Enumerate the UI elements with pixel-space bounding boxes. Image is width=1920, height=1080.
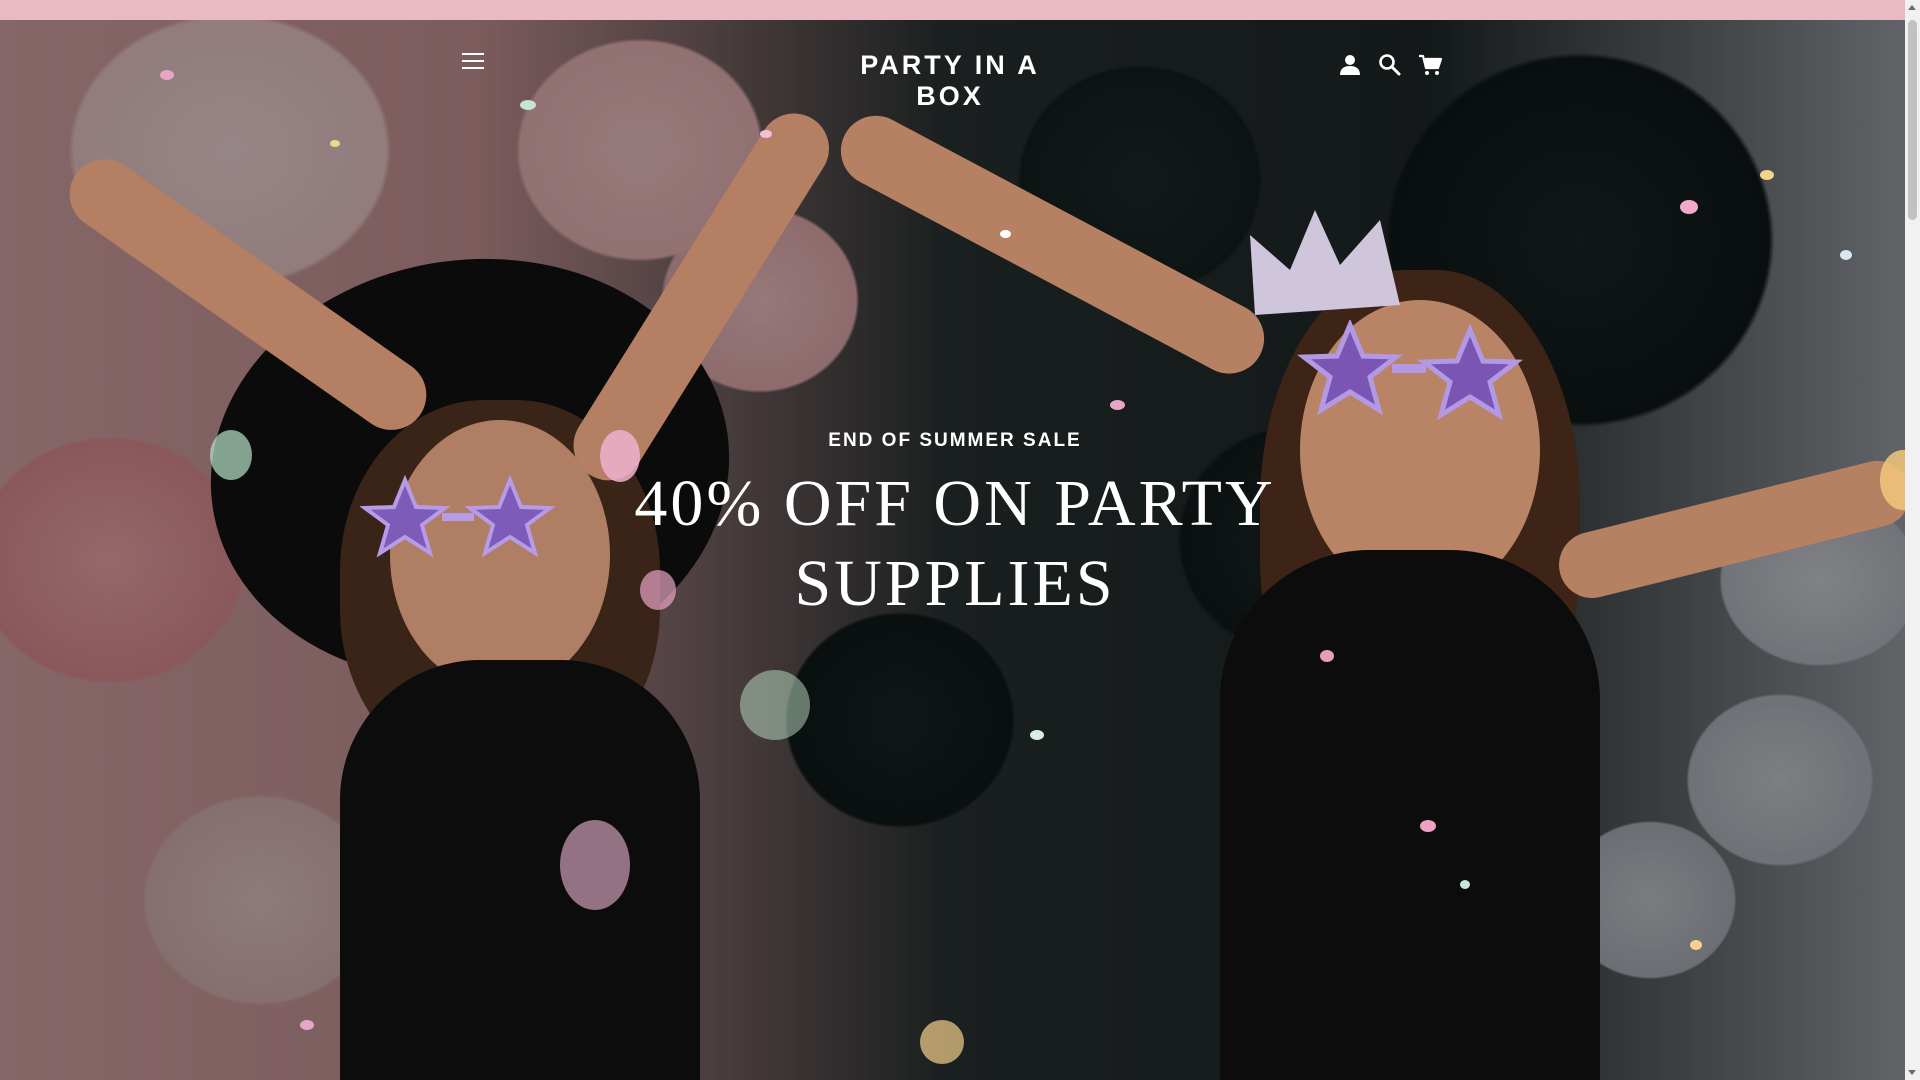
hero-headline-line: 40% OFF ON PARTY [634, 467, 1276, 540]
girl-left-body-shape [340, 660, 700, 1080]
girl-right-arm-shape [1552, 453, 1905, 606]
paper-crown-icon [1250, 210, 1400, 315]
girl-right-arm-shape [828, 103, 1277, 386]
hero-eyebrow: END OF SUMMER SALE [828, 430, 1082, 451]
search-icon[interactable] [1378, 53, 1402, 77]
hamburger-menu-icon [462, 53, 484, 55]
girl-right-body-shape [1220, 550, 1600, 1080]
star-glasses-icon [360, 475, 556, 558]
hero-text-block: END OF SUMMER SALE 40% OFF ON PARTY SUPP… [580, 430, 1330, 624]
scroll-up-arrow-icon[interactable] [1908, 5, 1916, 10]
cart-icon[interactable] [1418, 53, 1442, 77]
hamburger-menu-icon-bar [462, 60, 484, 62]
vertical-scrollbar[interactable] [1905, 0, 1920, 1080]
site-header: PARTY IN A BOX [0, 20, 1905, 112]
hero-headline-line: SUPPLIES [794, 547, 1116, 620]
hero-headline: 40% OFF ON PARTY SUPPLIES [580, 464, 1330, 624]
hamburger-menu-icon-bar [462, 67, 484, 69]
scrollbar-thumb[interactable] [1908, 20, 1917, 220]
user-icon[interactable] [1338, 53, 1362, 77]
announcement-bar [0, 0, 1905, 20]
star-glasses-icon [1296, 320, 1524, 420]
scroll-down-arrow-icon[interactable] [1908, 1070, 1916, 1075]
site-nav-menu-button[interactable] [462, 53, 484, 71]
site-logo[interactable]: PARTY IN A BOX [830, 50, 1070, 112]
